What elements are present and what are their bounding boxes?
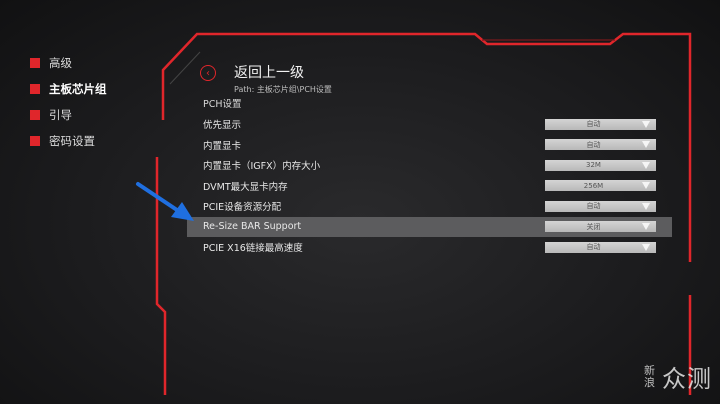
dropdown-value: 自动 <box>586 243 601 252</box>
sidebar-item-label: 引导 <box>49 108 72 122</box>
triangle-down-icon <box>642 182 650 190</box>
sidebar-item-advanced[interactable]: 高级 <box>30 50 107 76</box>
back-button[interactable]: ‹ <box>200 65 216 81</box>
setting-row-dvmt-memory[interactable]: DVMT最大显卡内存 256M <box>187 176 672 197</box>
dropdown-value: 自动 <box>586 120 601 129</box>
red-square-icon <box>30 58 40 68</box>
setting-dropdown[interactable]: 关闭 <box>545 221 656 233</box>
setting-label: 内置显卡 <box>203 140 242 152</box>
dropdown-value: 自动 <box>586 140 601 149</box>
triangle-down-icon <box>642 223 650 231</box>
breadcrumb: Path: 主板芯片组\PCH设置 <box>234 85 332 94</box>
triangle-down-icon <box>642 243 650 251</box>
page-header: ‹ 返回上一级 Path: 主板芯片组\PCH设置 <box>200 62 332 95</box>
page-title: 返回上一级 <box>234 65 304 81</box>
sidebar-item-label: 密码设置 <box>49 134 95 148</box>
red-square-icon <box>30 136 40 146</box>
setting-row-igfx-memory[interactable]: 内置显卡（IGFX）内存大小 32M <box>187 155 672 176</box>
setting-dropdown[interactable]: 自动 <box>545 200 656 212</box>
dropdown-value: 自动 <box>586 202 601 211</box>
setting-dropdown[interactable]: 自动 <box>545 139 656 151</box>
dropdown-value: 关闭 <box>586 222 601 231</box>
red-square-icon <box>30 84 40 94</box>
sidebar-item-chipset[interactable]: 主板芯片组 <box>30 76 107 102</box>
triangle-down-icon <box>642 161 650 169</box>
dropdown-value: 32M <box>586 161 601 170</box>
dropdown-value: 256M <box>583 181 604 190</box>
chevron-left-icon: ‹ <box>206 68 210 79</box>
sidebar-nav: 高级 主板芯片组 引导 密码设置 <box>30 50 107 154</box>
triangle-down-icon <box>642 120 650 128</box>
setting-dropdown[interactable]: 256M <box>545 180 656 192</box>
setting-dropdown[interactable]: 自动 <box>545 118 656 130</box>
watermark-logo: 新浪 众测 <box>644 363 712 393</box>
setting-row-internal-graphics[interactable]: 内置显卡 自动 <box>187 135 672 156</box>
setting-label: PCIE设备资源分配 <box>203 202 282 214</box>
sidebar-item-label: 主板芯片组 <box>49 82 107 96</box>
sidebar-item-boot[interactable]: 引导 <box>30 102 107 128</box>
setting-label: 内置显卡（IGFX）内存大小 <box>203 161 321 173</box>
setting-dropdown[interactable]: 32M <box>545 159 656 171</box>
setting-row-resize-bar[interactable]: Re-Size BAR Support 关闭 <box>187 216 672 237</box>
red-square-icon <box>30 110 40 120</box>
setting-label: Re-Size BAR Support <box>203 221 302 233</box>
setting-row-primary-display[interactable]: 优先显示 自动 <box>187 114 672 135</box>
setting-row-pcie-resource[interactable]: PCIE设备资源分配 自动 <box>187 196 672 217</box>
setting-label: DVMT最大显卡内存 <box>203 181 288 193</box>
setting-dropdown[interactable]: 自动 <box>545 241 656 253</box>
sidebar-item-label: 高级 <box>49 56 72 70</box>
sidebar-item-password[interactable]: 密码设置 <box>30 128 107 154</box>
setting-label: PCIE X16链接最高速度 <box>203 243 303 255</box>
triangle-down-icon <box>642 202 650 210</box>
setting-label: 优先显示 <box>203 120 242 132</box>
settings-list: 优先显示 自动 内置显卡 自动 内置显卡（IGFX）内存大小 32M DVMT最… <box>187 114 672 258</box>
triangle-down-icon <box>642 141 650 149</box>
section-title: PCH设置 <box>203 99 242 110</box>
setting-row-pcie-x16-speed[interactable]: PCIE X16链接最高速度 自动 <box>187 237 672 258</box>
